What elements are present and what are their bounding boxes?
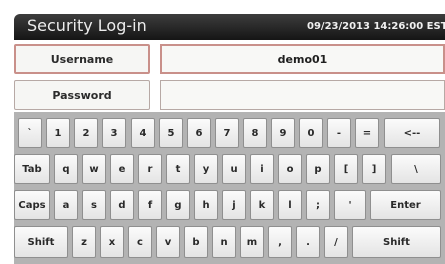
- key-f[interactable]: f: [138, 190, 162, 220]
- key-a[interactable]: a: [54, 190, 78, 220]
- key-enter[interactable]: Enter: [370, 190, 441, 220]
- key-backspace[interactable]: <--: [384, 118, 440, 148]
- key-tab[interactable]: Tab: [14, 154, 50, 184]
- key-d[interactable]: d: [110, 190, 134, 220]
- key-i[interactable]: i: [250, 154, 274, 184]
- key-4[interactable]: 4: [131, 118, 155, 148]
- login-screen: Security Log-in 09/23/2013 14:26:00 EST …: [0, 0, 445, 264]
- key-period[interactable]: .: [296, 226, 320, 258]
- password-field[interactable]: [160, 80, 445, 110]
- key-h[interactable]: h: [194, 190, 218, 220]
- key-s[interactable]: s: [82, 190, 106, 220]
- key-comma[interactable]: ,: [268, 226, 292, 258]
- key-apostrophe[interactable]: ': [334, 190, 366, 220]
- key-b[interactable]: b: [184, 226, 208, 258]
- key-8[interactable]: 8: [243, 118, 267, 148]
- key-equals[interactable]: =: [355, 118, 379, 148]
- screen-title: Security Log-in: [27, 16, 147, 35]
- key-5[interactable]: 5: [159, 118, 183, 148]
- key-1[interactable]: 1: [46, 118, 70, 148]
- key-t[interactable]: t: [166, 154, 190, 184]
- key-j[interactable]: j: [222, 190, 246, 220]
- username-field[interactable]: demo01: [160, 44, 445, 74]
- key-left-bracket[interactable]: [: [334, 154, 358, 184]
- key-semicolon[interactable]: ;: [306, 190, 330, 220]
- key-shift[interactable]: Shift: [352, 226, 441, 258]
- key-3[interactable]: 3: [102, 118, 126, 148]
- key-w[interactable]: w: [82, 154, 106, 184]
- key-m[interactable]: m: [240, 226, 264, 258]
- key-minus[interactable]: -: [327, 118, 351, 148]
- key-e[interactable]: e: [110, 154, 134, 184]
- password-label-button[interactable]: Password: [14, 80, 150, 110]
- key-caps[interactable]: Caps: [14, 190, 50, 220]
- key-z[interactable]: z: [72, 226, 96, 258]
- datetime-display: 09/23/2013 14:26:00 EST: [307, 21, 445, 32]
- key-backslash[interactable]: \: [391, 154, 441, 184]
- key-x[interactable]: x: [100, 226, 124, 258]
- key-2[interactable]: 2: [74, 118, 98, 148]
- key-o[interactable]: o: [278, 154, 302, 184]
- key-v[interactable]: v: [156, 226, 180, 258]
- key-g[interactable]: g: [166, 190, 190, 220]
- key-y[interactable]: y: [194, 154, 218, 184]
- key-p[interactable]: p: [306, 154, 330, 184]
- key-slash[interactable]: /: [324, 226, 348, 258]
- username-label-button[interactable]: Username: [14, 44, 150, 74]
- key-7[interactable]: 7: [215, 118, 239, 148]
- key-shift[interactable]: Shift: [14, 226, 68, 258]
- key-c[interactable]: c: [128, 226, 152, 258]
- on-screen-keyboard: ` 1 2 3 4 5 6 7 8 9 0- = <-- Tab q w e r t y u i o p[] \ Caps a s d f…: [14, 112, 445, 264]
- key-n[interactable]: n: [212, 226, 236, 258]
- title-bar: Security Log-in 09/23/2013 14:26:00 EST: [14, 14, 445, 40]
- key-9[interactable]: 9: [271, 118, 295, 148]
- key-l[interactable]: l: [278, 190, 302, 220]
- key-backtick[interactable]: `: [18, 118, 42, 148]
- key-r[interactable]: r: [138, 154, 162, 184]
- key-6[interactable]: 6: [187, 118, 211, 148]
- key-0[interactable]: 0: [299, 118, 323, 148]
- key-k[interactable]: k: [250, 190, 274, 220]
- key-right-bracket[interactable]: ]: [362, 154, 386, 184]
- key-u[interactable]: u: [222, 154, 246, 184]
- key-q[interactable]: q: [54, 154, 78, 184]
